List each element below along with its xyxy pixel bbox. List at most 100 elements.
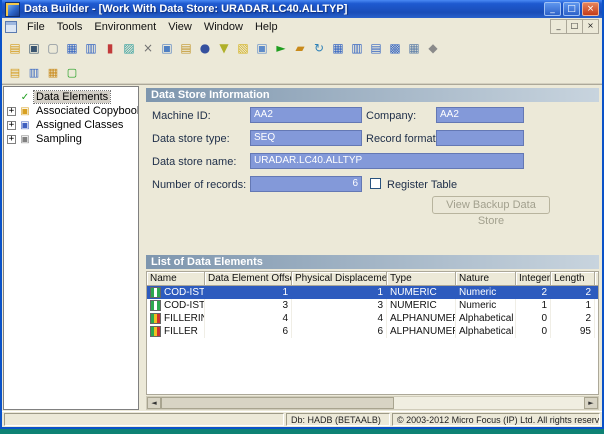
column-header-type[interactable]: Type [387, 272, 456, 286]
table-row[interactable]: FILLER66ALPHANUMERICAlphabetical095 [147, 325, 598, 338]
number-of-records-field[interactable]: 6 [250, 176, 362, 192]
register-table-checkbox[interactable] [370, 178, 381, 189]
column-view-icon[interactable]: ▥ [348, 40, 366, 57]
name-cell: COD-IST-1 [147, 299, 205, 312]
offset-cell: 1 [205, 286, 292, 299]
column-header-physical-displacement[interactable]: Physical Displacement [292, 272, 387, 286]
list-of-data-elements-header: List of Data Elements [146, 255, 599, 269]
column-header-data-element-offset[interactable]: Data Element Offset▲ [205, 272, 292, 286]
tree-item-assigned-classes[interactable]: +▣Assigned Classes [4, 118, 138, 132]
view-backup-data-store-button[interactable]: View Backup Data Store [432, 196, 550, 214]
edit-record-icon[interactable]: ▧ [234, 40, 252, 57]
new-folder-icon[interactable]: ▤ [6, 64, 24, 81]
scroll-right-icon[interactable]: ► [584, 397, 598, 409]
diamond-icon[interactable]: ◆ [424, 40, 442, 57]
maximize-button[interactable]: □ [563, 2, 580, 16]
copybook-icon: ▣ [19, 106, 31, 117]
title-bar[interactable]: Data Builder - [Work With Data Store: UR… [2, 0, 602, 18]
open-copybook-icon[interactable]: ▥ [25, 64, 43, 81]
horizontal-scrollbar[interactable]: ◄ ► [146, 396, 599, 410]
column-header-name[interactable]: Name [147, 272, 205, 286]
check-icon: ✓ [19, 92, 31, 103]
type-cell: NUMERIC [387, 286, 456, 299]
cut-icon[interactable]: × [139, 40, 157, 57]
split-view-icon[interactable]: ▩ [386, 40, 404, 57]
table-row[interactable]: COD-IST-133NUMERICNumeric11 [147, 299, 598, 312]
bookmark-icon[interactable]: ▮ [101, 40, 119, 57]
integer-cell: 0 [516, 325, 551, 338]
data-store-type-field[interactable]: SEQ [250, 130, 362, 146]
menu-help[interactable]: Help [249, 20, 284, 34]
tree-item-associated-copybook[interactable]: +▣Associated Copybook [4, 104, 138, 118]
status-db: Db: HADB (BETAALB) [286, 413, 390, 426]
expander-placeholder [7, 93, 16, 102]
machine-id-field[interactable]: AA2 [250, 107, 362, 123]
row-view-icon[interactable]: ▤ [367, 40, 385, 57]
expand-plus-icon[interactable]: + [7, 107, 16, 116]
scroll-left-icon[interactable]: ◄ [147, 397, 161, 409]
tree-item-label: Assigned Classes [34, 119, 125, 131]
column-header-dec[interactable]: Dec [595, 272, 599, 286]
expand-plus-icon[interactable]: + [7, 135, 16, 144]
close-button[interactable]: × [582, 2, 599, 16]
data-store-name-field[interactable]: URADAR.LC40.ALLTYP [250, 153, 524, 169]
record-format-field[interactable] [436, 130, 524, 146]
pencil-icon[interactable]: ▰ [291, 40, 309, 57]
properties-icon[interactable]: ▣ [253, 40, 271, 57]
scrollbar-track[interactable] [161, 397, 584, 409]
menu-tools[interactable]: Tools [51, 20, 89, 34]
integer-cell: 2 [516, 286, 551, 299]
mdi-child-icon[interactable] [5, 21, 17, 33]
record-layout-icon[interactable]: ▥ [82, 40, 100, 57]
mdi-close-button[interactable]: × [582, 20, 598, 33]
offset-cell: 6 [205, 325, 292, 338]
menu-window[interactable]: Window [198, 20, 249, 34]
status-bar: Db: HADB (BETAALB) © 2003-2012 Micro Foc… [2, 411, 602, 427]
column-header-length[interactable]: Length [551, 272, 595, 286]
main-area: ✓Data Elements+▣Associated Copybook+▣Ass… [2, 84, 602, 411]
new-data-store-icon[interactable]: ▢ [44, 40, 62, 57]
data-store-panel: Data Store Information Machine ID: AA2 C… [144, 85, 602, 411]
table-view-icon[interactable]: ▦ [329, 40, 347, 57]
tree-item-sampling[interactable]: +▣Sampling [4, 132, 138, 146]
integer-cell: 1 [516, 299, 551, 312]
nature-cell: Numeric [456, 299, 516, 312]
menu-file[interactable]: File [21, 20, 51, 34]
data-store-name-label: Data store name: [152, 156, 236, 168]
run-icon[interactable]: ► [272, 40, 290, 57]
register-table-label: Register Table [387, 179, 457, 191]
data-grid-icon[interactable]: ▦ [63, 40, 81, 57]
expand-plus-icon[interactable]: + [7, 121, 16, 130]
report-icon[interactable]: ▢ [63, 64, 81, 81]
find-icon[interactable]: ● [196, 40, 214, 57]
folder-view-icon[interactable]: ▦ [44, 64, 62, 81]
offset-cell: 4 [205, 312, 292, 325]
mdi-minimize-button[interactable]: _ [551, 20, 566, 33]
copy-icon[interactable]: ▣ [158, 40, 176, 57]
terminal-icon[interactable]: ▣ [25, 40, 43, 57]
menu-view[interactable]: View [162, 20, 198, 34]
type-cell: ALPHANUMERIC [387, 312, 456, 325]
status-panel-left [4, 413, 284, 426]
paste-icon[interactable]: ▤ [177, 40, 195, 57]
column-header-integer[interactable]: Integer [516, 272, 551, 286]
refresh-icon[interactable]: ↻ [310, 40, 328, 57]
scrollbar-thumb[interactable] [161, 397, 394, 409]
filter-icon[interactable]: ▼ [215, 40, 233, 57]
minimize-button[interactable]: _ [544, 2, 561, 16]
displacement-cell: 3 [292, 299, 387, 312]
company-field[interactable]: AA2 [436, 107, 524, 123]
copybook-icon[interactable]: ▨ [120, 40, 138, 57]
menu-bar-items: FileToolsEnvironmentViewWindowHelp [21, 20, 284, 34]
type-cell: ALPHANUMERIC [387, 325, 456, 338]
mdi-restore-button[interactable]: □ [566, 20, 582, 33]
table-row[interactable]: COD-IST11NUMERICNumeric22 [147, 286, 598, 299]
grid-icon[interactable]: ▦ [405, 40, 423, 57]
menu-environment[interactable]: Environment [88, 20, 162, 34]
table-row[interactable]: FILLERINO44ALPHANUMERICAlphabetical02 [147, 312, 598, 325]
open-data-store-icon[interactable]: ▤ [6, 40, 24, 57]
tree-item-data-elements[interactable]: ✓Data Elements [4, 90, 138, 104]
column-header-nature[interactable]: Nature [456, 272, 516, 286]
name-cell: COD-IST [147, 286, 205, 299]
length-cell: 1 [551, 299, 595, 312]
